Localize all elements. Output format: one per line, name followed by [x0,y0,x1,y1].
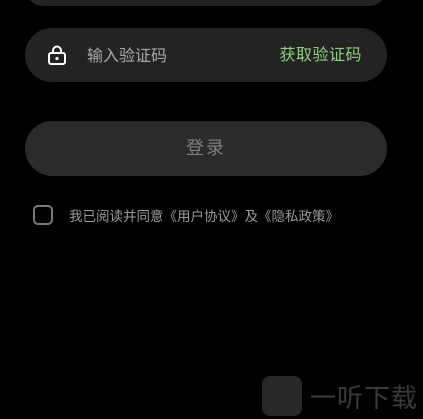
user-agreement-link[interactable]: 《用户协议》 [164,209,245,225]
agreement-row: 我已阅读并同意《用户协议》及《隐私政策》 [33,202,339,227]
watermark-text: 一听下载 [310,383,419,414]
login-screen: 获取验证码 登录 我已阅读并同意《用户协议》及《隐私政策》 一听下载 [0,0,423,419]
agreement-conjunction: 及 [244,208,259,225]
agree-checkbox[interactable] [33,204,53,225]
agreement-text: 我已阅读并同意《用户协议》及《隐私政策》 [69,205,339,225]
watermark: 一听下载 [262,376,418,416]
verification-code-input[interactable] [87,28,267,82]
login-button[interactable]: 登录 [25,121,387,176]
watermark-logo-icon [262,376,302,416]
agreement-prefix: 我已阅读并同意 [69,208,164,225]
lock-icon [47,44,67,66]
privacy-policy-link[interactable]: 《隐私政策》 [258,209,339,225]
verification-code-field: 获取验证码 [25,28,387,82]
get-code-button[interactable]: 获取验证码 [279,28,362,82]
phone-field-remnant [25,0,387,6]
